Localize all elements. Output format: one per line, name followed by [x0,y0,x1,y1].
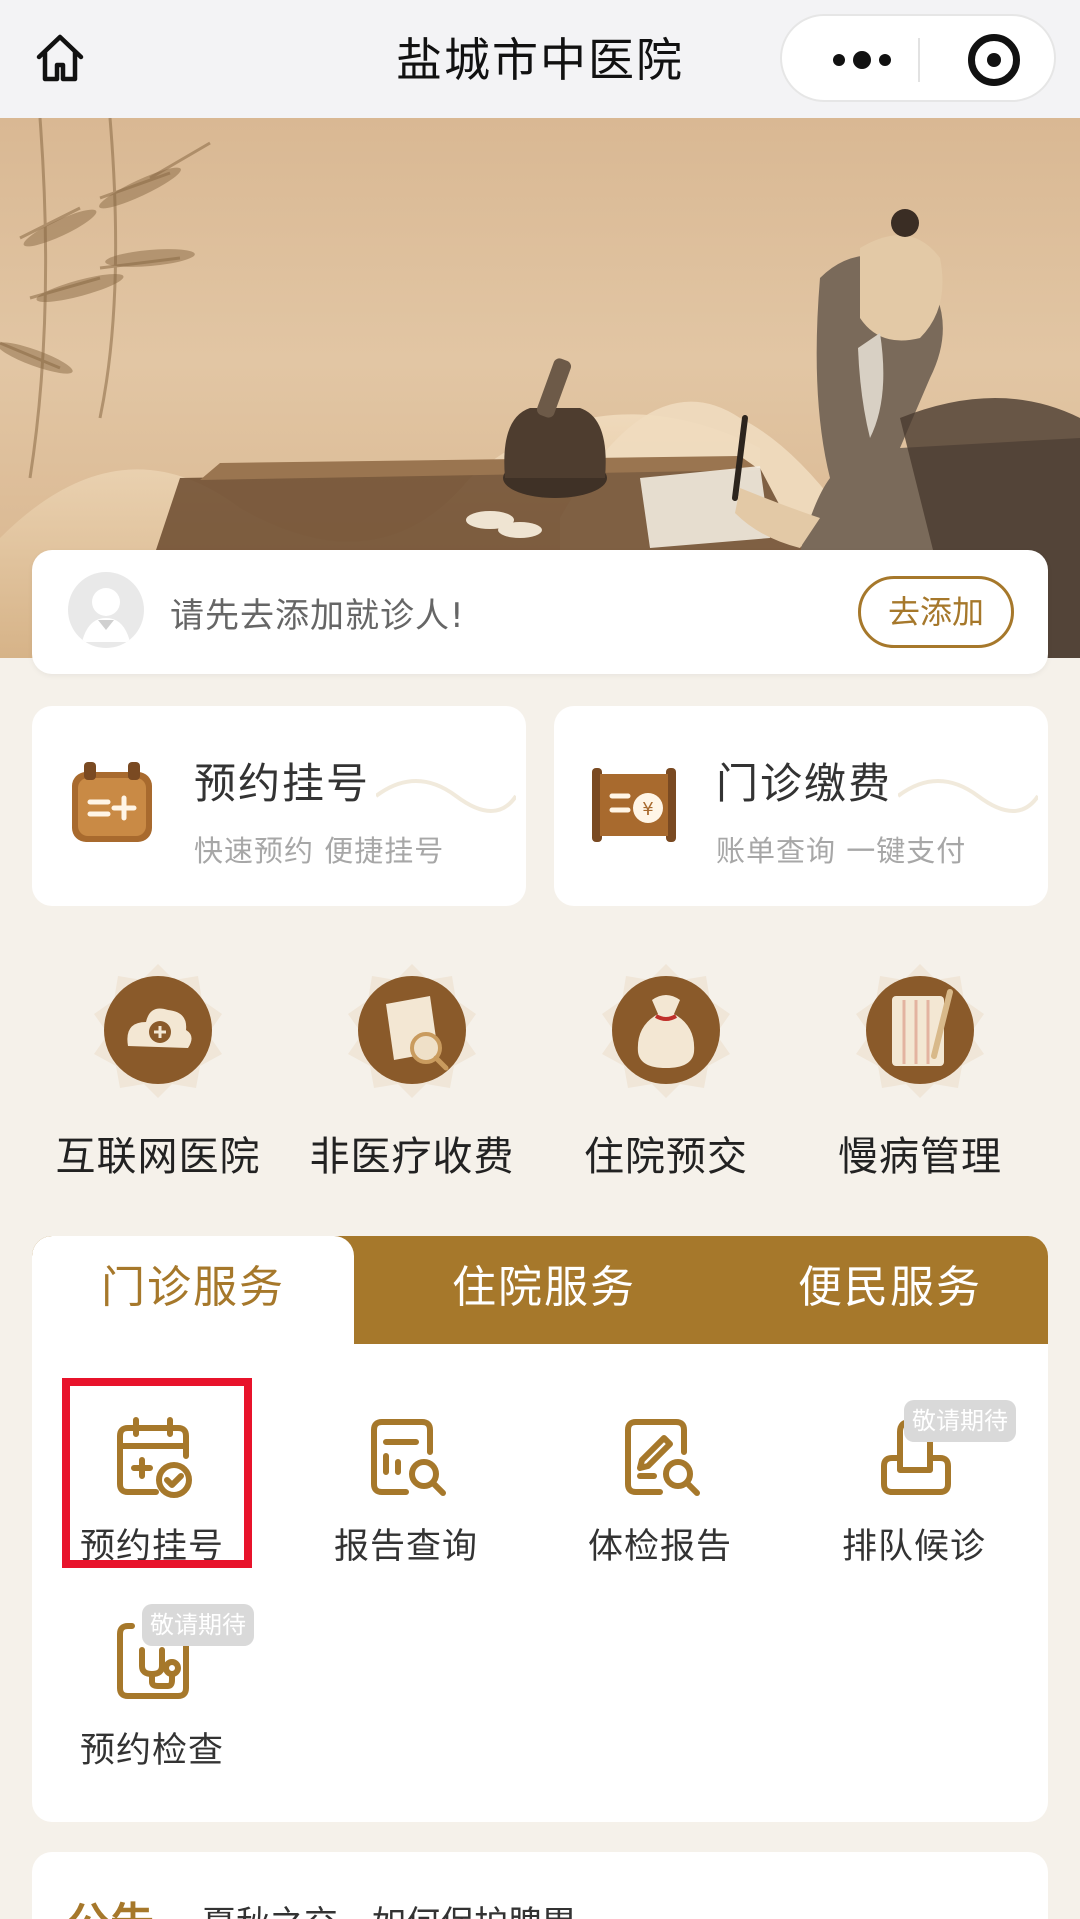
tab-inpatient[interactable]: 住院服务 [384,1236,704,1344]
service-label: 体检报告 [587,1527,732,1567]
notebook-brush-icon [856,964,984,1098]
entry-internet-hospital[interactable]: 互联网医院 [38,960,278,1180]
coming-soon-badge: 敬请期待 [142,1604,254,1646]
entry-label: 住院预交 [584,1134,748,1180]
tab-outpatient[interactable]: 门诊服务 [32,1236,354,1344]
target-icon[interactable] [968,34,1020,86]
service-label: 预约检查 [79,1731,224,1771]
payment-icon: ¥ [592,768,676,842]
patient-card: 请先去添加就诊人! 去添加 [32,550,1048,674]
capsule-divider [918,38,920,82]
entry-label: 慢病管理 [838,1134,1002,1180]
top-navigation-bar: 盐城市中医院 [0,0,1080,118]
highlight-box [62,1378,252,1568]
service-panel: 门诊服务 住院服务 便民服务 预约挂号 报告查询 体检报告 排队候诊 敬请期待 [32,1236,1048,1822]
mini-program-capsule [780,14,1056,102]
entry-inpatient-deposit[interactable]: 住院预交 [546,960,786,1180]
decorative-swirl [898,779,1038,813]
service-report-query[interactable]: 报告查询 [286,1406,526,1596]
quick-card-subtitle: 快速预约 便捷挂号 [194,834,445,868]
decorative-swirl [376,779,516,813]
quick-card-register[interactable]: 预约挂号 快速预约 便捷挂号 [32,706,526,906]
patient-prompt: 请先去添加就诊人! [170,596,465,636]
cloud-plus-icon [94,964,222,1098]
service-tabs: 门诊服务 住院服务 便民服务 [32,1236,1048,1344]
add-patient-button[interactable]: 去添加 [858,576,1014,648]
quick-card-subtitle: 账单查询 一键支付 [716,834,967,868]
tab-convenience[interactable]: 便民服务 [732,1236,1048,1344]
money-bag-icon [602,964,730,1098]
service-label: 排队候诊 [841,1527,986,1567]
quick-card-title: 预约挂号 [194,759,371,808]
scroll-search-icon [348,964,476,1098]
report-search-icon [371,1419,446,1496]
service-exam-report[interactable]: 体检报告 [540,1406,780,1596]
entry-label: 互联网医院 [55,1134,261,1180]
svg-text:¥: ¥ [642,799,653,820]
quick-card-title: 门诊缴费 [716,759,893,808]
notice-text: 夏秋之交，如何保护脾胃 [202,1896,576,1919]
notice-tag: 公告 [66,1888,154,1919]
service-label: 报告查询 [333,1527,478,1567]
entry-non-medical-fee[interactable]: 非医疗收费 [292,960,532,1180]
entry-chronic-disease[interactable]: 慢病管理 [800,960,1040,1180]
quick-card-payment[interactable]: ¥ 门诊缴费 账单查询 一键支付 [554,706,1048,906]
entry-label: 非医疗收费 [309,1134,515,1180]
register-icon [72,762,152,842]
avatar [68,572,144,648]
exam-report-icon [625,1419,700,1496]
more-dots-icon[interactable] [822,36,902,84]
coming-soon-badge: 敬请期待 [904,1400,1016,1442]
notice-bar[interactable]: 公告 夏秋之交，如何保护脾胃 [32,1852,1048,1919]
